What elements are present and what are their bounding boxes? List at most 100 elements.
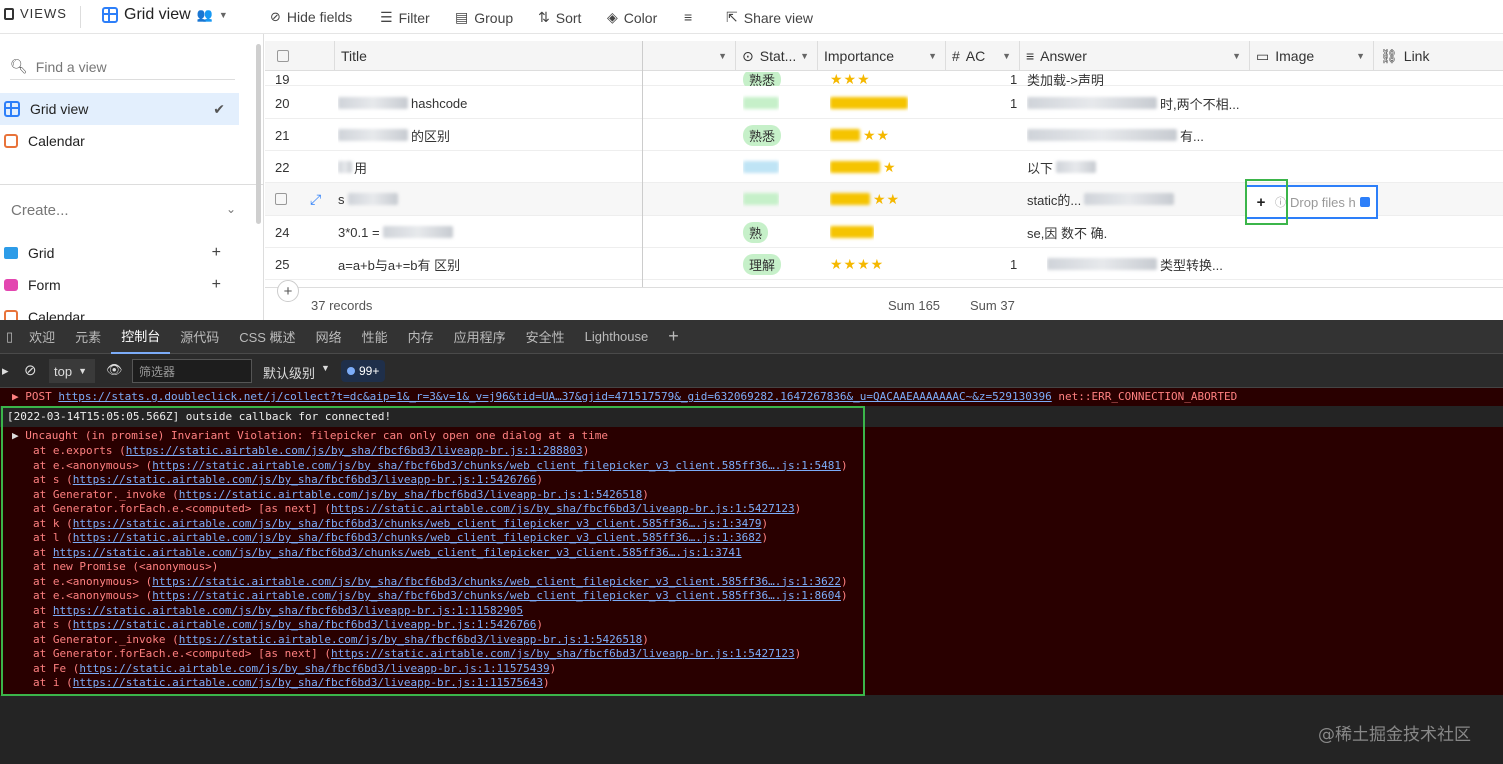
- answer-cell[interactable]: 时,两个不相...: [1027, 87, 1247, 119]
- column-header-importance[interactable]: Importance ▼: [818, 41, 946, 71]
- devtools-menu-icon[interactable]: ▯: [0, 320, 19, 354]
- tab-lighthouse[interactable]: Lighthouse: [575, 320, 659, 354]
- title-cell[interactable]: hashcode: [338, 87, 638, 119]
- context-selector[interactable]: top ▼: [49, 359, 95, 383]
- importance-cell[interactable]: ★★★: [830, 72, 871, 86]
- tab-performance[interactable]: 性能: [352, 320, 398, 354]
- row-checkbox-cell[interactable]: [275, 183, 305, 215]
- importance-cell[interactable]: [830, 87, 908, 119]
- add-record-button[interactable]: +: [277, 280, 299, 302]
- status-cell[interactable]: 熟悉: [743, 72, 782, 86]
- tab-welcome[interactable]: 欢迎: [19, 320, 65, 354]
- tab-console[interactable]: 控制台: [111, 320, 171, 354]
- answer-cell[interactable]: 类型转换...: [1047, 248, 1247, 280]
- status-cell[interactable]: [743, 151, 779, 183]
- expand-arrow-icon[interactable]: ▶: [12, 390, 19, 403]
- column-header-image[interactable]: ▭ Image ▼: [1250, 41, 1374, 71]
- error-title-row[interactable]: ▶ Uncaught (in promise) Invariant Violat…: [0, 427, 1503, 444]
- view-switcher[interactable]: Grid view 👥 ▼: [102, 6, 228, 24]
- sidebar-item-grid-view[interactable]: Grid view ✔: [0, 93, 239, 125]
- stack-frame-link[interactable]: https://static.airtable.com/js/by_sha/fb…: [152, 575, 841, 588]
- title-cell[interactable]: s: [338, 183, 638, 215]
- column-header-answer[interactable]: ≡ Answer ▼: [1020, 41, 1250, 71]
- expand-row-button[interactable]: ⤢: [310, 183, 321, 215]
- create-form-button[interactable]: Form +: [0, 269, 239, 301]
- stack-frame-link[interactable]: https://static.airtable.com/js/by_sha/fb…: [179, 633, 643, 646]
- stack-frame-link[interactable]: https://static.airtable.com/js/by_sha/fb…: [73, 618, 537, 631]
- stack-frame-link[interactable]: https://static.airtable.com/js/by_sha/fb…: [53, 604, 523, 617]
- answer-cell[interactable]: 类加载->声明: [1027, 72, 1247, 87]
- tab-elements[interactable]: 元素: [65, 320, 111, 354]
- select-all-header[interactable]: [265, 41, 335, 71]
- frozen-column-divider[interactable]: [642, 41, 643, 320]
- importance-cell[interactable]: ★★: [830, 119, 890, 151]
- table-row[interactable]: 24 3*0.1 = 熟 se,因 数不 确.: [265, 216, 1503, 248]
- column-header-status[interactable]: ⊙ Stat... ▼: [736, 41, 818, 71]
- create-section-toggle[interactable]: Create... ⌄: [11, 202, 236, 219]
- answer-cell[interactable]: static的...: [1027, 183, 1247, 215]
- status-cell[interactable]: [743, 87, 779, 119]
- table-row[interactable]: 20 hashcode 1 时,两个不相...: [265, 87, 1503, 119]
- table-row[interactable]: 22 用 ★ 以下: [265, 151, 1503, 183]
- clear-console-icon[interactable]: ⊘: [24, 361, 37, 379]
- views-toggle-button[interactable]: VIEWS: [4, 6, 67, 21]
- ac-cell[interactable]: 1: [1010, 87, 1017, 119]
- ac-cell[interactable]: 1: [1010, 248, 1017, 280]
- title-cell[interactable]: 用: [338, 151, 638, 183]
- log-level-dropdown[interactable]: 默认级别 ▼: [263, 363, 330, 382]
- status-cell[interactable]: [743, 183, 779, 215]
- add-tab-icon[interactable]: +: [658, 320, 689, 354]
- answer-cell[interactable]: 以下: [1027, 151, 1247, 183]
- tab-sources[interactable]: 源代码: [170, 320, 229, 354]
- stack-frame-link[interactable]: https://static.airtable.com/js/by_sha/fb…: [126, 444, 583, 457]
- table-row[interactable]: 21 的区别 熟悉 ★★ 有...: [265, 119, 1503, 151]
- stack-frame-link[interactable]: https://static.airtable.com/js/by_sha/fb…: [73, 531, 762, 544]
- table-row[interactable]: 19 熟悉 ★★★ 1 类加载->声明: [265, 72, 1503, 86]
- importance-cell[interactable]: ★★: [830, 183, 900, 215]
- stack-frame-link[interactable]: https://static.airtable.com/js/by_sha/fb…: [152, 459, 841, 472]
- issues-badge[interactable]: 99+: [341, 360, 386, 382]
- tab-network[interactable]: 网络: [306, 320, 352, 354]
- column-header-hidden[interactable]: ▼: [643, 41, 736, 71]
- stack-frame-link[interactable]: https://static.airtable.com/js/by_sha/fb…: [179, 488, 643, 501]
- ac-cell[interactable]: 1: [1010, 72, 1017, 86]
- stack-frame-link[interactable]: https://static.airtable.com/js/by_sha/fb…: [73, 517, 762, 530]
- stack-frame-link[interactable]: https://static.airtable.com/js/by_sha/fb…: [331, 502, 795, 515]
- hide-fields-button[interactable]: ⊘ Hide fields: [270, 9, 352, 25]
- tab-application[interactable]: 应用程序: [444, 320, 516, 354]
- importance-cell[interactable]: ★★★★: [830, 248, 884, 280]
- status-cell[interactable]: 理解: [743, 248, 782, 280]
- answer-cell[interactable]: se,因 数不 确.: [1027, 216, 1247, 248]
- create-grid-button[interactable]: Grid +: [0, 237, 239, 269]
- tab-css-overview[interactable]: CSS 概述: [229, 320, 305, 354]
- sidebar-toggle-icon[interactable]: ▸: [2, 363, 9, 379]
- importance-cell[interactable]: ★: [830, 151, 897, 183]
- expand-arrow-icon[interactable]: ▶: [12, 429, 19, 442]
- sidebar-scrollbar[interactable]: [256, 44, 261, 224]
- stack-frame-link[interactable]: https://static.airtable.com/js/by_sha/fb…: [152, 589, 841, 602]
- stack-frame-link[interactable]: https://static.airtable.com/js/by_sha/fb…: [79, 662, 549, 675]
- status-cell[interactable]: 熟: [743, 216, 769, 248]
- select-all-checkbox[interactable]: [277, 50, 289, 62]
- importance-cell[interactable]: [830, 216, 874, 248]
- table-row[interactable]: 25 a=a+b与a+=b有 区别 理解 ★★★★ 1 类型转换...: [265, 248, 1503, 280]
- title-cell[interactable]: 3*0.1 =: [338, 216, 638, 248]
- title-cell[interactable]: a=a+b与a+=b有 区别: [338, 248, 638, 280]
- title-cell[interactable]: 的区别: [338, 119, 638, 151]
- row-checkbox[interactable]: [275, 193, 287, 205]
- console-filter-input[interactable]: 筛选器: [132, 359, 252, 383]
- color-button[interactable]: ◈ Color: [607, 9, 657, 26]
- column-header-ac[interactable]: # AC ▼: [946, 41, 1020, 71]
- share-view-button[interactable]: ⇱ Share view: [726, 9, 813, 26]
- tab-memory[interactable]: 内存: [398, 320, 444, 354]
- tab-security[interactable]: 安全性: [516, 320, 575, 354]
- create-calendar-button[interactable]: Calendar: [0, 301, 239, 320]
- stack-frame-link[interactable]: https://static.airtable.com/js/by_sha/fb…: [53, 546, 742, 559]
- live-expression-eye-icon[interactable]: 👁︎: [106, 362, 123, 378]
- filter-button[interactable]: ☰ Filter: [380, 9, 430, 26]
- group-button[interactable]: ▤ Group: [455, 9, 513, 26]
- find-view-search[interactable]: 🔍︎ Find a view: [10, 54, 235, 80]
- post-url-link[interactable]: https://stats.g.doubleclick.net/j/collec…: [58, 390, 1051, 403]
- column-header-link[interactable]: ⛓ Link: [1374, 41, 1501, 71]
- sidebar-item-calendar[interactable]: Calendar: [0, 125, 239, 157]
